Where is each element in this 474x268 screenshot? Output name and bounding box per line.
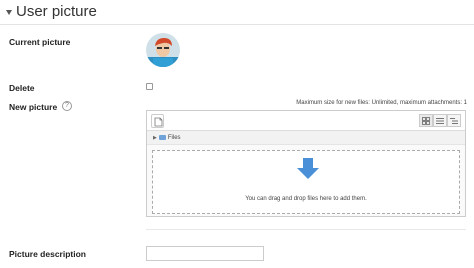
picture-description-input[interactable] xyxy=(146,246,264,261)
picture-description-label: Picture description xyxy=(9,249,86,259)
tree-view-icon xyxy=(450,117,458,124)
help-icon[interactable]: ? xyxy=(62,101,72,111)
file-manager: ▶ Files You can drag and drop files here… xyxy=(146,110,466,217)
section-divider xyxy=(0,24,474,25)
section-title: User picture xyxy=(16,3,97,20)
expand-arrow-icon[interactable]: ▶ xyxy=(153,135,157,141)
view-list-button[interactable] xyxy=(433,114,447,127)
view-icons-button[interactable] xyxy=(419,114,433,127)
view-mode-buttons xyxy=(419,114,461,127)
current-picture-label: Current picture xyxy=(9,37,71,47)
file-path-bar: ▶ Files xyxy=(147,131,465,145)
new-picture-label: New picture xyxy=(9,102,58,112)
collapse-caret-icon[interactable] xyxy=(6,10,12,15)
file-manager-toolbar xyxy=(147,111,465,131)
add-file-button[interactable] xyxy=(151,114,164,128)
path-files-link[interactable]: Files xyxy=(168,135,181,141)
delete-label: Delete xyxy=(9,83,35,93)
delete-checkbox[interactable] xyxy=(146,83,153,90)
max-size-info: Maximum size for new files: Unlimited, m… xyxy=(296,100,467,106)
grid-view-icon xyxy=(422,116,430,125)
add-file-icon xyxy=(154,117,163,127)
view-tree-button[interactable] xyxy=(447,114,461,127)
current-avatar xyxy=(146,33,180,67)
folder-icon xyxy=(158,135,166,140)
list-view-icon xyxy=(436,117,444,124)
drop-zone[interactable]: You can drag and drop files here to add … xyxy=(152,150,460,214)
drop-instructions: You can drag and drop files here to add … xyxy=(245,196,367,202)
field-divider xyxy=(146,229,466,230)
drop-arrow-icon xyxy=(297,158,319,179)
section-header-user-picture[interactable]: User picture xyxy=(6,3,97,20)
